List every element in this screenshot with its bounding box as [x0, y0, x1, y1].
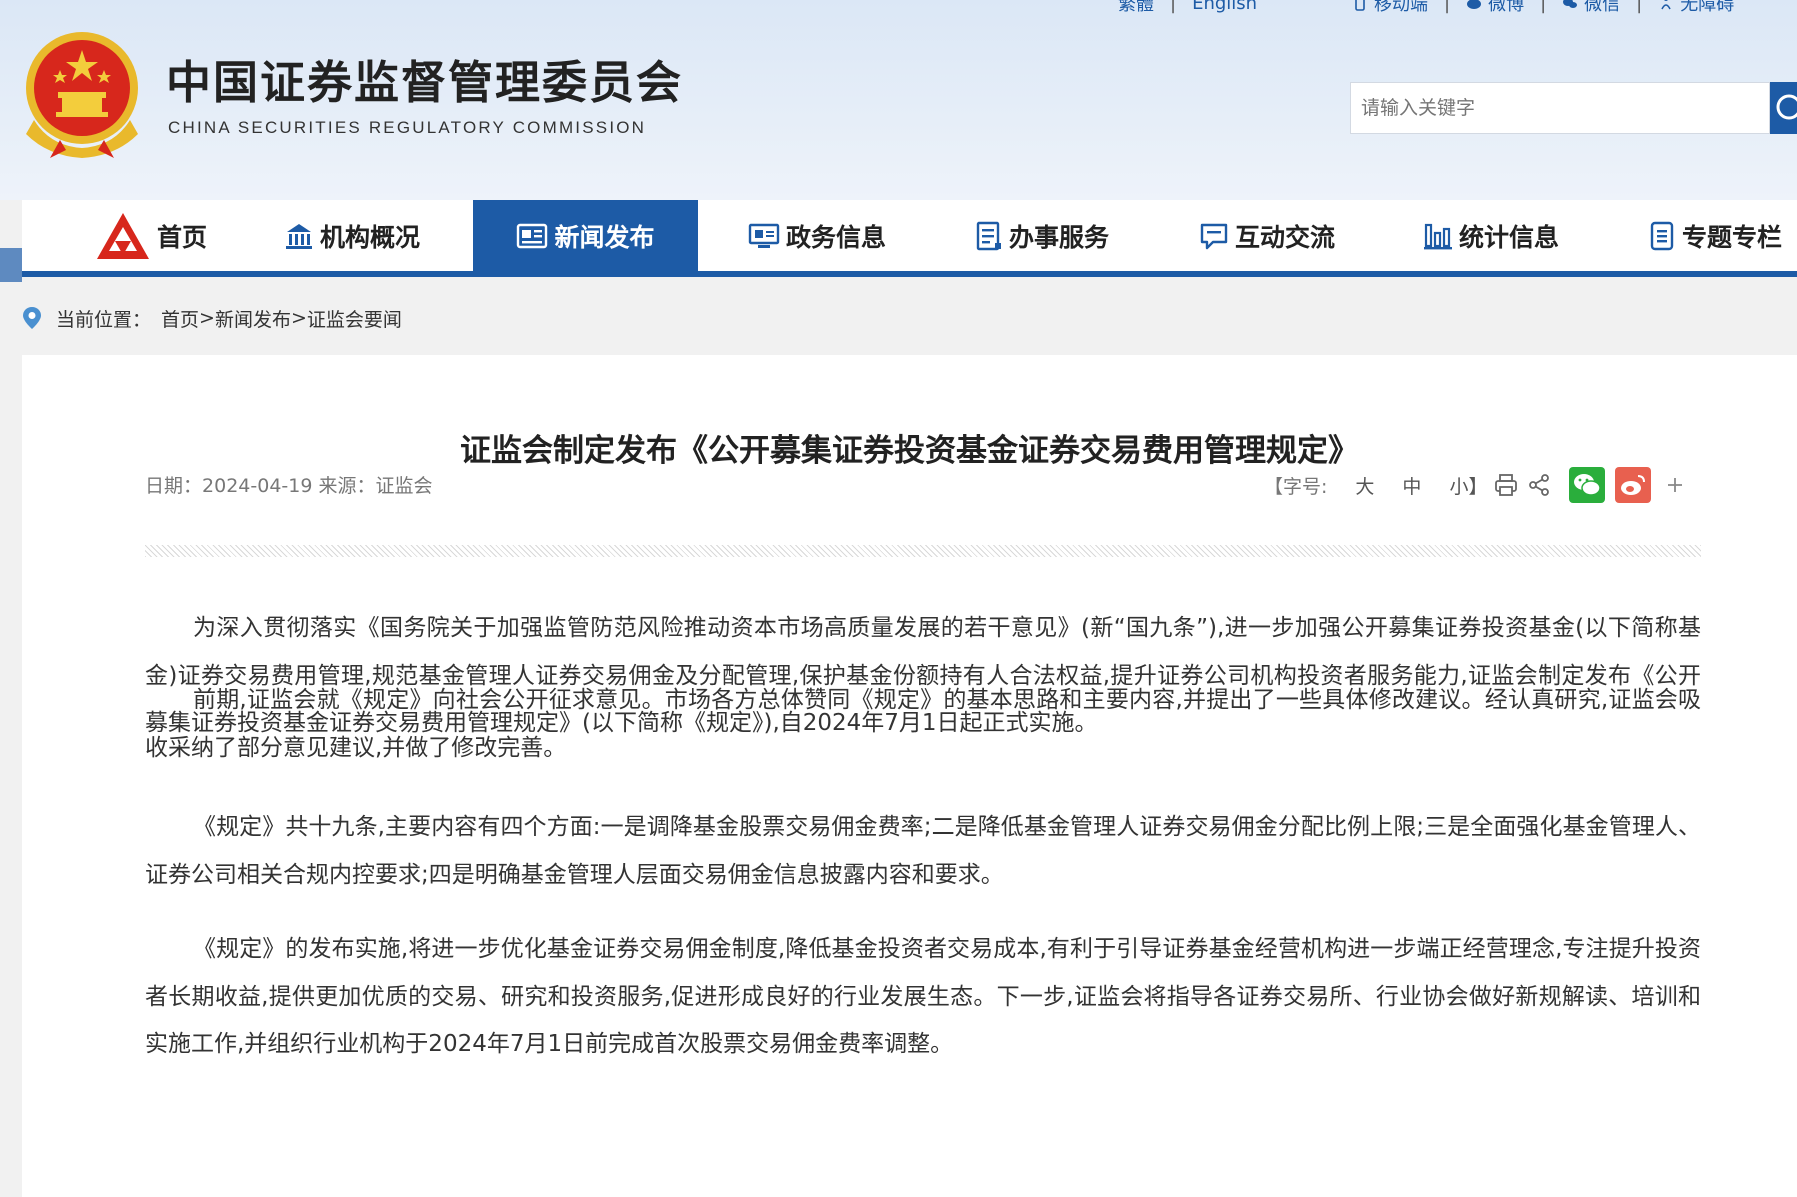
main-nav: 首页 机构概况 新闻发布 政务信息 办事服务 互动交流 统计信息 专题专栏 — [22, 200, 1797, 277]
wechat-icon — [1574, 474, 1602, 496]
share-weibo-button[interactable] — [1615, 467, 1652, 503]
font-size-large-button[interactable]: 大 — [1355, 472, 1374, 499]
accessibility-icon — [1661, 0, 1671, 10]
breadcrumb-item-home[interactable]: 首页 — [161, 305, 199, 332]
form-icon — [976, 221, 1001, 250]
mobile-link[interactable]: 移动端 — [1374, 0, 1428, 16]
site-header: 繁體 | English 移动端 | 微博 | 微信 | 无障碍 中国证券监督管… — [0, 0, 1797, 200]
chat-icon — [1200, 223, 1228, 249]
mobile-icon — [1355, 0, 1365, 11]
document-icon — [1650, 221, 1674, 250]
nav-item-government-info[interactable]: 政务信息 — [732, 200, 902, 271]
nav-item-interaction[interactable]: 互动交流 — [1182, 200, 1352, 271]
article-source: 证监会 — [375, 475, 433, 497]
weibo-link[interactable]: 微博 — [1488, 0, 1524, 16]
font-size-small-button[interactable]: 小】 — [1449, 472, 1487, 499]
nav-item-statistics[interactable]: 统计信息 — [1406, 200, 1576, 271]
national-emblem-logo — [26, 32, 138, 158]
article-paragraph: 前期,证监会就《规定》向社会公开征求意见。市场各方总体赞同《规定》的基本思路和主… — [145, 687, 1701, 761]
nav-item-services[interactable]: 办事服务 — [957, 200, 1127, 271]
weibo-icon — [1621, 475, 1646, 495]
news-icon — [517, 223, 548, 248]
search-icon — [1776, 94, 1797, 119]
article-date: 2024-04-19 — [202, 475, 313, 497]
nav-item-special-topics[interactable]: 专题专栏 — [1630, 200, 1797, 271]
breadcrumb-item-news[interactable]: 新闻发布 — [215, 305, 291, 332]
accessibility-link[interactable]: 无障碍 — [1680, 0, 1734, 16]
nav-label: 政务信息 — [785, 222, 886, 252]
article-paragraph: 《规定》共十九条,主要内容有四个方面:一是调降基金股票交易佣金费率;二是降低基金… — [145, 814, 1701, 888]
more-share-button[interactable] — [1665, 475, 1685, 495]
source-label: 来源： — [318, 475, 376, 497]
article-tools: 【字号: 大 中 小】 — [1264, 463, 1685, 507]
breadcrumb: 当前位置： 首页 > 新闻发布 > 证监会要闻 — [22, 303, 402, 333]
english-link[interactable]: English — [1192, 0, 1257, 14]
site-title-chinese: 中国证券监督管理委员会 — [166, 56, 684, 109]
nav-label: 互动交流 — [1234, 222, 1335, 252]
nav-label: 首页 — [156, 222, 207, 252]
bar-chart-icon — [1423, 223, 1452, 249]
location-pin-icon — [23, 307, 41, 329]
divider: | — [1444, 0, 1451, 14]
search-input[interactable] — [1350, 82, 1770, 134]
traditional-chinese-link[interactable]: 繁體 — [1118, 0, 1154, 16]
breadcrumb-separator: > — [199, 307, 215, 329]
nav-item-about[interactable]: 机构概况 — [267, 200, 437, 271]
wechat-icon — [1563, 0, 1578, 8]
divider-hatched — [145, 545, 1701, 557]
site-title-english: CHINA SECURITIES REGULATORY COMMISSION — [168, 118, 647, 137]
breadcrumb-label: 当前位置： — [56, 308, 152, 331]
font-size-medium-button[interactable]: 中 — [1402, 472, 1421, 499]
monitor-icon — [748, 223, 780, 248]
breadcrumb-separator: > — [290, 307, 307, 329]
nav-label: 专题专栏 — [1681, 222, 1782, 252]
print-button[interactable] — [1493, 472, 1519, 498]
divider: | — [1540, 0, 1547, 14]
nav-item-news[interactable]: 新闻发布 — [473, 200, 698, 271]
nav-label: 办事服务 — [1008, 222, 1109, 252]
share-icon — [1529, 474, 1550, 496]
article-meta: 日期：2024-04-19 来源：证监会 — [145, 471, 433, 498]
weibo-icon — [1467, 0, 1482, 9]
print-icon — [1495, 474, 1518, 496]
nav-label: 统计信息 — [1458, 222, 1559, 252]
csrc-logo-icon — [96, 212, 149, 259]
article-paragraph: 《规定》的发布实施,将进一步优化基金证券交易佣金制度,降低基金投资者交易成本,有… — [145, 936, 1701, 1057]
breadcrumb-item-csrc-news[interactable]: 证监会要闻 — [307, 305, 402, 332]
search-button[interactable] — [1770, 82, 1797, 134]
nav-item-home[interactable]: 首页 — [66, 200, 236, 271]
top-links-channels: 移动端 | 微博 | 微信 | 无障碍 — [1352, 0, 1734, 16]
top-links-language: 繁體 | English — [1118, 0, 1257, 16]
nav-label: 新闻发布 — [554, 222, 655, 252]
nav-label: 机构概况 — [319, 222, 420, 252]
wechat-link[interactable]: 微信 — [1584, 0, 1620, 16]
building-icon — [285, 223, 312, 249]
divider: | — [1170, 0, 1177, 14]
article-container: 证监会制定发布《公开募集证券投资基金证券交易费用管理规定》 日期：2024-04… — [22, 355, 1797, 1197]
share-button[interactable] — [1527, 473, 1551, 497]
divider: | — [1636, 0, 1643, 14]
share-wechat-button[interactable] — [1569, 467, 1606, 503]
side-tab-decoration — [0, 248, 22, 282]
font-size-label: 【字号: — [1264, 475, 1328, 498]
date-label: 日期： — [145, 475, 203, 497]
plus-icon — [1668, 478, 1683, 492]
